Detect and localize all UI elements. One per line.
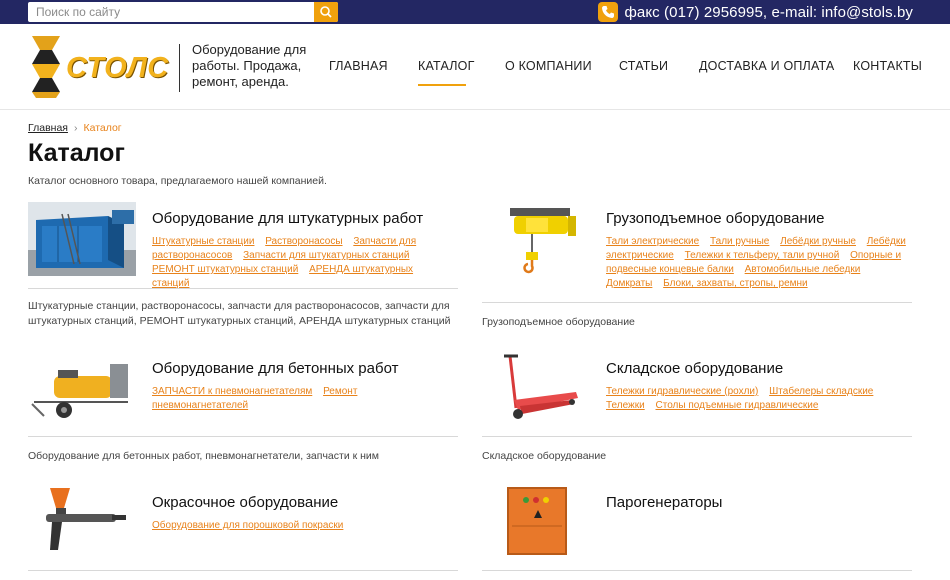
contact-text: факс (017) 2956995, e-mail: info@stols.b…: [624, 3, 913, 21]
category-title[interactable]: Окрасочное оборудование: [152, 494, 338, 511]
spray-gun-image[interactable]: [28, 484, 136, 558]
nav-articles[interactable]: СТАТЬИ: [619, 59, 668, 73]
pallet-truck-image[interactable]: [482, 352, 590, 426]
category-description: Грузоподъемное оборудование: [482, 316, 635, 328]
category-description: Штукатурные станции, растворонасосы, зап…: [28, 300, 451, 327]
category-link[interactable]: Тали ручные: [710, 236, 769, 247]
category-link[interactable]: Блоки, захваты, стропы, ремни: [663, 278, 807, 289]
card-divider: [28, 288, 458, 289]
category-card-steam: Парогенераторы: [482, 484, 912, 580]
category-title[interactable]: Оборудование для бетонных работ: [152, 360, 398, 377]
plaster-station-image[interactable]: [28, 202, 136, 276]
search-input[interactable]: [28, 2, 314, 22]
card-divider: [482, 302, 912, 303]
site-tagline: Оборудование для работы. Продажа, ремонт…: [192, 42, 307, 89]
breadcrumb-home[interactable]: Главная: [28, 122, 68, 134]
category-link[interactable]: Оборудование для порошковой покраски: [152, 520, 343, 531]
breadcrumb-separator: ›: [73, 122, 78, 134]
search-button[interactable]: [314, 2, 338, 22]
category-title[interactable]: Парогенераторы: [606, 494, 722, 511]
category-links: ЗАПЧАСТИ к пневмонагнетателям Ремонт пне…: [152, 385, 458, 413]
nav-contacts[interactable]: КОНТАКТЫ: [853, 59, 922, 73]
search-icon: [320, 6, 332, 18]
category-card-concrete: Оборудование для бетонных работ ЗАПЧАСТИ…: [28, 350, 458, 465]
category-link[interactable]: Штукатурные станции: [152, 236, 254, 247]
category-description: Складское оборудование: [482, 450, 607, 462]
category-link[interactable]: Тележки гидравлические (рохли): [606, 386, 758, 397]
breadcrumb: Главная › Каталог: [28, 122, 122, 134]
category-links: Штукатурные станции Растворонасосы Запча…: [152, 235, 458, 291]
category-link[interactable]: Тележки: [606, 400, 645, 411]
top-bar: факс (017) 2956995, e-mail: info@stols.b…: [0, 0, 950, 24]
card-divider: [28, 570, 458, 571]
category-links: Оборудование для порошковой покраски: [152, 519, 458, 533]
card-divider: [28, 436, 458, 437]
nav-catalog[interactable]: КАТАЛОГ: [418, 59, 475, 73]
phone-icon: [598, 2, 619, 22]
logo-divider: [179, 44, 180, 92]
category-card-plaster: Оборудование для штукатурных работ Штука…: [28, 200, 458, 330]
category-title[interactable]: Оборудование для штукатурных работ: [152, 210, 423, 227]
category-link[interactable]: Автомобильные лебедки: [745, 264, 861, 275]
category-title[interactable]: Грузоподъемное оборудование: [606, 210, 824, 227]
page-intro: Каталог основного товара, предлагаемого …: [28, 175, 327, 187]
category-link[interactable]: Тали электрические: [606, 236, 699, 247]
electric-hoist-image[interactable]: [482, 202, 590, 276]
logo-emblem-icon: [32, 36, 60, 98]
nav-home[interactable]: ГЛАВНАЯ: [329, 59, 388, 73]
category-links: Тележки гидравлические (рохли) Штабелеры…: [606, 385, 912, 413]
nav-active-indicator: [418, 84, 466, 86]
breadcrumb-current: Каталог: [83, 122, 122, 134]
category-link[interactable]: Тележки к тельферу, тали ручной: [685, 250, 840, 261]
category-link[interactable]: ЗАПЧАСТИ к пневмонагнетателям: [152, 386, 312, 397]
category-title[interactable]: Складское оборудование: [606, 360, 783, 377]
category-links: Тали электрические Тали ручные Лебёдки р…: [606, 235, 912, 291]
category-link[interactable]: Растворонасосы: [265, 236, 342, 247]
category-description: Оборудование для бетонных работ, пневмон…: [28, 450, 379, 462]
category-card-painting: Окрасочное оборудование Оборудование для…: [28, 484, 458, 580]
category-link[interactable]: Запчасти для штукатурных станций: [243, 250, 409, 261]
category-link[interactable]: РЕМОНТ штукатурных станций: [152, 264, 298, 275]
nav-delivery[interactable]: ДОСТАВКА И ОПЛАТА: [699, 59, 834, 73]
category-link[interactable]: Лебёдки ручные: [780, 236, 856, 247]
nav-about[interactable]: О КОМПАНИИ: [505, 59, 592, 73]
page-title: Каталог: [28, 139, 125, 167]
steam-generator-image[interactable]: [482, 484, 590, 558]
site-header: СТОЛС Оборудование для работы. Продажа, …: [0, 24, 950, 110]
contact-info: факс (017) 2956995, e-mail: info@stols.b…: [598, 1, 913, 23]
card-divider: [482, 570, 912, 571]
card-divider: [482, 436, 912, 437]
category-card-lifting: Грузоподъемное оборудование Тали электри…: [482, 200, 912, 330]
site-logo[interactable]: СТОЛС: [28, 34, 168, 100]
category-link[interactable]: Домкраты: [606, 278, 652, 289]
concrete-pump-image[interactable]: [28, 352, 136, 426]
category-card-warehouse: Складское оборудование Тележки гидравлич…: [482, 350, 912, 465]
category-link[interactable]: Штабелеры складские: [769, 386, 873, 397]
search-box: [28, 2, 338, 22]
logo-text: СТОЛС: [66, 52, 169, 84]
category-link[interactable]: Столы подъемные гидравлические: [656, 400, 819, 411]
